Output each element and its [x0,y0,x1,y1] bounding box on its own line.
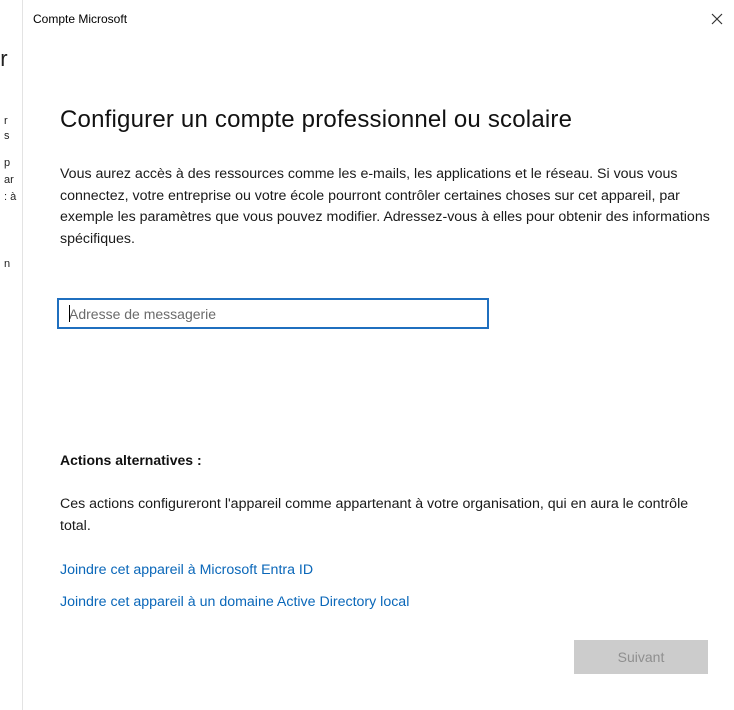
next-button[interactable]: Suivant [574,640,708,674]
background-text-fragment: n [4,258,11,270]
background-text-fragment: r [4,115,8,127]
alternative-actions-description: Ces actions configureront l'appareil com… [60,496,689,534]
background-settings-window: 'r r s p ar : à n [0,0,22,710]
microsoft-account-dialog: Compte Microsoft Configurer un compte pr… [23,0,734,710]
background-text-fragment: : à [4,191,17,203]
intro-description: Vous aurez accès à des ressources comme … [60,166,710,247]
background-text-fragment: ar [4,174,14,186]
join-local-ad-domain-link[interactable]: Joindre cet appareil à un domaine Active… [60,594,409,610]
close-icon [711,13,723,25]
close-button[interactable] [704,6,730,32]
page-title: Configurer un compte professionnel ou sc… [60,106,573,133]
background-text-fragment: p [4,157,11,169]
background-text-fragment: s [4,130,10,142]
email-field[interactable] [57,298,489,329]
background-title-fragment: 'r [0,46,8,71]
alternative-actions-heading: Actions alternatives : [60,452,202,468]
join-entra-id-link[interactable]: Joindre cet appareil à Microsoft Entra I… [60,562,313,578]
dialog-title: Compte Microsoft [33,12,128,26]
text-cursor [69,305,70,322]
screen: 'r r s p ar : à n Compte Microsoft Confi… [0,0,734,710]
